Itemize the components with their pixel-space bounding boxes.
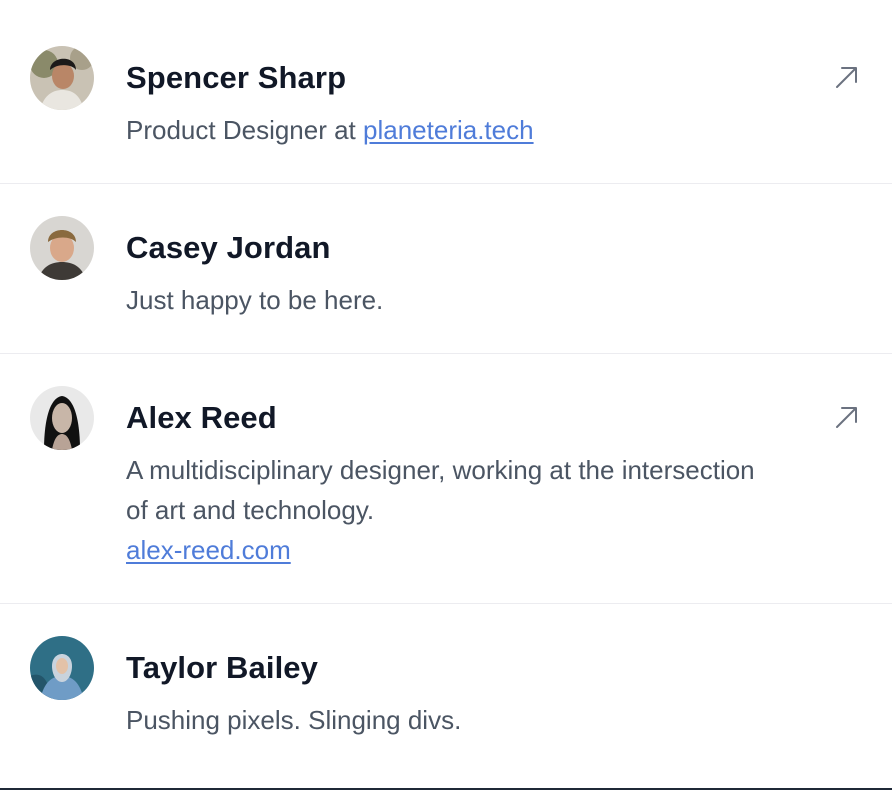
website-link[interactable]: alex-reed.com: [126, 535, 291, 565]
arrow-up-right-icon[interactable]: [834, 404, 860, 430]
list-item[interactable]: Spencer Sharp Product Designer at planet…: [0, 0, 892, 184]
avatar-image: [30, 386, 94, 450]
bio-text: A multidisciplinary designer, working at…: [126, 455, 755, 525]
person-name: Taylor Bailey: [126, 650, 318, 685]
person-name: Alex Reed: [126, 400, 277, 435]
people-list: Spencer Sharp Product Designer at planet…: [0, 0, 892, 790]
person-bio: Pushing pixels. Slinging divs.: [126, 705, 462, 735]
list-item[interactable]: Taylor Bailey Pushing pixels. Slinging d…: [0, 604, 892, 790]
company-link[interactable]: planeteria.tech: [363, 115, 534, 145]
person-bio: A multidisciplinary designer, working at…: [126, 450, 766, 570]
avatar-image: [30, 46, 94, 110]
list-item[interactable]: Casey Jordan Just happy to be here.: [0, 184, 892, 354]
bio-text: Product Designer at: [126, 115, 364, 145]
avatar[interactable]: [30, 636, 94, 700]
avatar[interactable]: [30, 46, 94, 110]
avatar[interactable]: [30, 386, 94, 450]
avatar[interactable]: [30, 216, 94, 280]
avatar-image: [30, 636, 94, 700]
avatar-image: [30, 216, 94, 280]
person-name: Casey Jordan: [126, 230, 331, 265]
person-bio: Product Designer at planeteria.tech: [126, 110, 766, 150]
person-bio: Just happy to be here.: [126, 285, 384, 315]
list-item[interactable]: Alex Reed A multidisciplinary designer, …: [0, 354, 892, 604]
person-name: Spencer Sharp: [126, 60, 347, 95]
arrow-up-right-icon[interactable]: [834, 64, 860, 90]
